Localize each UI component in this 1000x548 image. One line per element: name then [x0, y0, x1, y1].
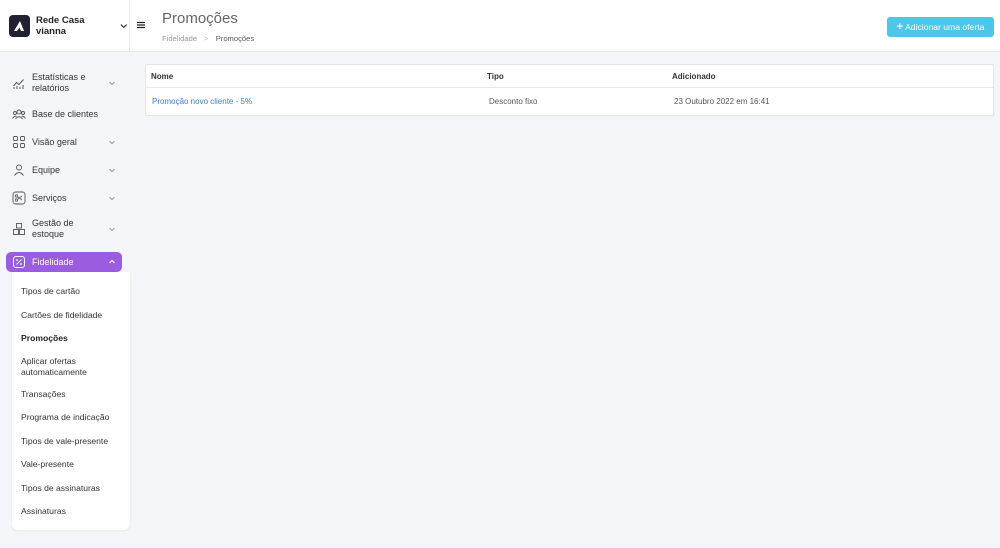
submenu-item-promotions[interactable]: Promoções — [12, 327, 130, 351]
promotions-table: Nome Tipo Adicionado Promoção novo clien… — [145, 64, 994, 116]
loyalty-icon — [13, 256, 25, 268]
chevron-down-icon — [109, 140, 115, 145]
sidebar-item-label: Visão geral — [32, 136, 77, 147]
column-header-added[interactable]: Adicionado — [667, 72, 993, 81]
sidebar-item-services[interactable]: Serviços — [6, 184, 122, 212]
promotion-added-date: 23 Outubro 2022 em 16:41 — [674, 97, 770, 106]
sidebar-item-label: Estatísticas e relatórios — [32, 72, 86, 93]
brand-name: Rede Casa vianna — [35, 14, 85, 37]
sidebar-nav: Estatísticas e relatórios Base de client… — [0, 52, 130, 530]
sidebar-item-team[interactable]: Equipe — [6, 156, 122, 184]
chevron-down-icon — [109, 81, 115, 86]
submenu-item-auto-offers[interactable]: Aplicar ofertas automaticamente — [12, 351, 130, 383]
scissors-icon — [12, 191, 26, 205]
sidebar-item-statistics[interactable]: Estatísticas e relatórios — [6, 66, 122, 100]
chevron-down-icon — [109, 196, 115, 201]
table-row[interactable]: Promoção novo cliente - 5% Desconto fixo… — [146, 88, 993, 115]
breadcrumb-parent[interactable]: Fidelidade — [162, 34, 197, 43]
submenu-item-transactions[interactable]: Transações — [12, 383, 130, 407]
brand-logo-icon — [9, 14, 30, 37]
table-header: Nome Tipo Adicionado — [146, 65, 993, 88]
breadcrumb: Fidelidade > Promoções — [162, 34, 254, 43]
clients-icon — [12, 109, 26, 120]
chevron-down-icon — [120, 23, 128, 28]
chevron-up-icon — [109, 259, 115, 264]
chart-icon — [13, 79, 24, 89]
submenu-item-gift-cards[interactable]: Vale-presente — [12, 453, 130, 477]
sidebar-item-stock[interactable]: Gestão de estoque — [6, 212, 122, 246]
sidebar-item-label: Serviços — [32, 192, 67, 203]
submenu-item-card-types[interactable]: Tipos de cartão — [12, 280, 130, 304]
sidebar-item-clients[interactable]: Base de clientes — [6, 100, 122, 128]
boxes-icon — [13, 223, 25, 235]
menu-icon[interactable] — [136, 20, 146, 30]
sidebar-item-label: Base de clientes — [32, 108, 99, 119]
sidebar-item-label: Fidelidade — [32, 256, 74, 267]
loyalty-submenu: Tipos de cartão Cartões de fidelidade Pr… — [12, 272, 130, 530]
page-title: Promoções — [162, 10, 238, 27]
sidebar-item-label: Equipe — [32, 164, 61, 175]
user-icon — [14, 164, 24, 176]
sidebar-item-loyalty[interactable]: Fidelidade — [6, 252, 122, 272]
sidebar: Rede Casa vianna Estatísticas e relatóri… — [0, 0, 130, 548]
sidebar-item-overview[interactable]: Visão geral — [6, 128, 122, 156]
breadcrumb-separator: > — [204, 34, 209, 43]
submenu-item-referral[interactable]: Programa de indicação — [12, 406, 130, 430]
grid-icon — [13, 136, 25, 148]
submenu-item-subscriptions[interactable]: Assinaturas — [12, 500, 130, 524]
column-header-name[interactable]: Nome — [146, 72, 482, 81]
brand-switcher[interactable]: Rede Casa vianna — [0, 0, 130, 52]
chevron-down-icon — [109, 227, 115, 232]
page-header: Promoções Fidelidade > Promoções + Adici… — [130, 0, 1000, 52]
promotion-name-link[interactable]: Promoção novo cliente - 5% — [152, 97, 252, 106]
promotion-type: Desconto fixo — [489, 97, 538, 106]
sidebar-item-label: Gestão de estoque — [32, 218, 74, 239]
submenu-item-loyalty-cards[interactable]: Cartões de fidelidade — [12, 304, 130, 328]
add-offer-button[interactable]: + Adicionar uma oferta — [887, 17, 994, 37]
breadcrumb-current: Promoções — [215, 34, 255, 43]
plus-icon: + — [896, 21, 904, 33]
submenu-item-gift-card-types[interactable]: Tipos de vale-presente — [12, 430, 130, 454]
chevron-down-icon — [109, 168, 115, 173]
add-offer-label: Adicionar uma oferta — [905, 22, 985, 32]
submenu-item-subscription-types[interactable]: Tipos de assinaturas — [12, 477, 130, 501]
column-header-type[interactable]: Tipo — [482, 72, 667, 81]
